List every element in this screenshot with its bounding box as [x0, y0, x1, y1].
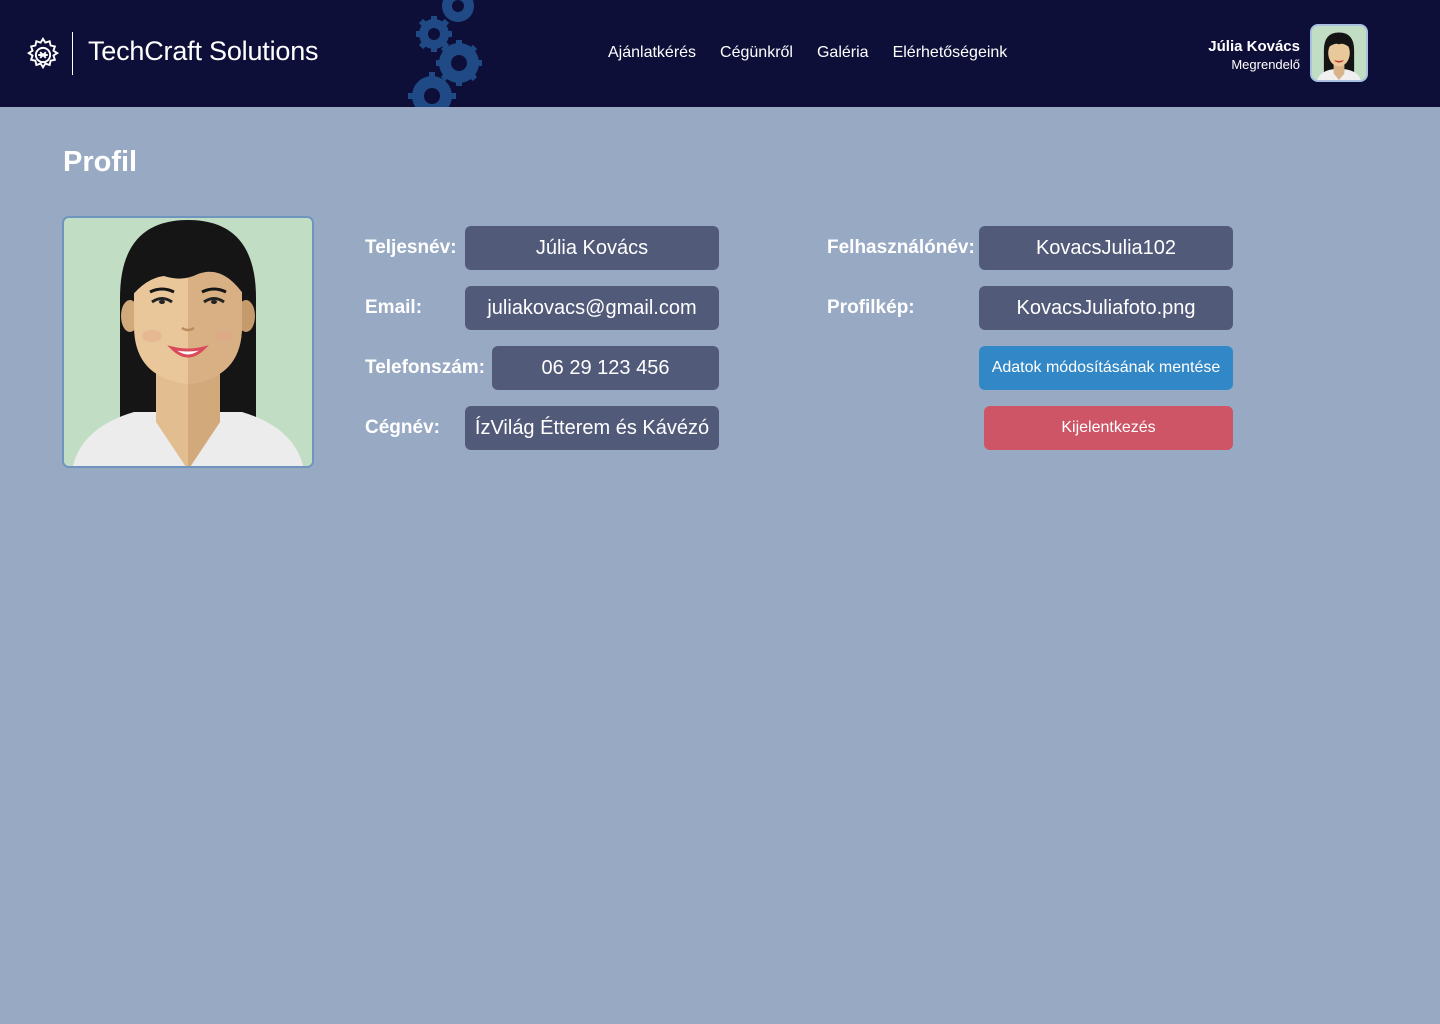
company-field[interactable]: ÍzVilág Étterem és Kávézó [465, 406, 719, 450]
avatar[interactable] [1310, 24, 1368, 82]
phone-field[interactable]: 06 29 123 456 [492, 346, 719, 390]
top-header: TechCraft Solutions Ajánlatkérés Cégünkr… [0, 0, 1440, 107]
username-label: Felhasználónév: [827, 237, 975, 258]
logout-button[interactable]: Kijelentkezés [984, 406, 1233, 450]
profile-photo [62, 216, 314, 468]
user-info[interactable]: Júlia Kovács Megrendelő [1208, 38, 1300, 72]
email-label: Email: [365, 297, 423, 318]
page-title: Profil [63, 146, 138, 178]
phone-label: Telefonszám: [365, 357, 486, 378]
brand-name[interactable]: TechCraft Solutions [88, 36, 319, 67]
username-field[interactable]: KovacsJulia102 [979, 226, 1233, 270]
user-role: Megrendelő [1231, 57, 1300, 72]
profile-picture-field[interactable]: KovacsJuliafoto.png [979, 286, 1233, 330]
profile-portrait-icon [64, 218, 312, 466]
gear-logo-icon[interactable] [24, 36, 62, 74]
fullname-field[interactable]: Júlia Kovács [465, 226, 719, 270]
gears-decoration-icon [408, 0, 482, 107]
email-field[interactable]: juliakovacs@gmail.com [465, 286, 719, 330]
company-label: Cégnév: [365, 417, 440, 438]
fullname-label: Teljesnév: [365, 237, 457, 258]
nav-item-ajanlatkeres[interactable]: Ajánlatkérés [608, 44, 696, 66]
profile-picture-label: Profilkép: [827, 297, 915, 318]
user-name: Júlia Kovács [1208, 38, 1300, 55]
nav-item-elerhetosegeink[interactable]: Elérhetőségeink [893, 44, 1008, 66]
nav-item-cegunkrol[interactable]: Cégünkről [720, 44, 793, 66]
main-nav: Ajánlatkérés Cégünkről Galéria Elérhetős… [608, 44, 1031, 66]
logo-divider [72, 32, 73, 75]
nav-item-galeria[interactable]: Galéria [817, 44, 869, 66]
avatar-portrait-icon [1312, 26, 1366, 80]
save-changes-button[interactable]: Adatok módosításának mentése [979, 346, 1233, 390]
